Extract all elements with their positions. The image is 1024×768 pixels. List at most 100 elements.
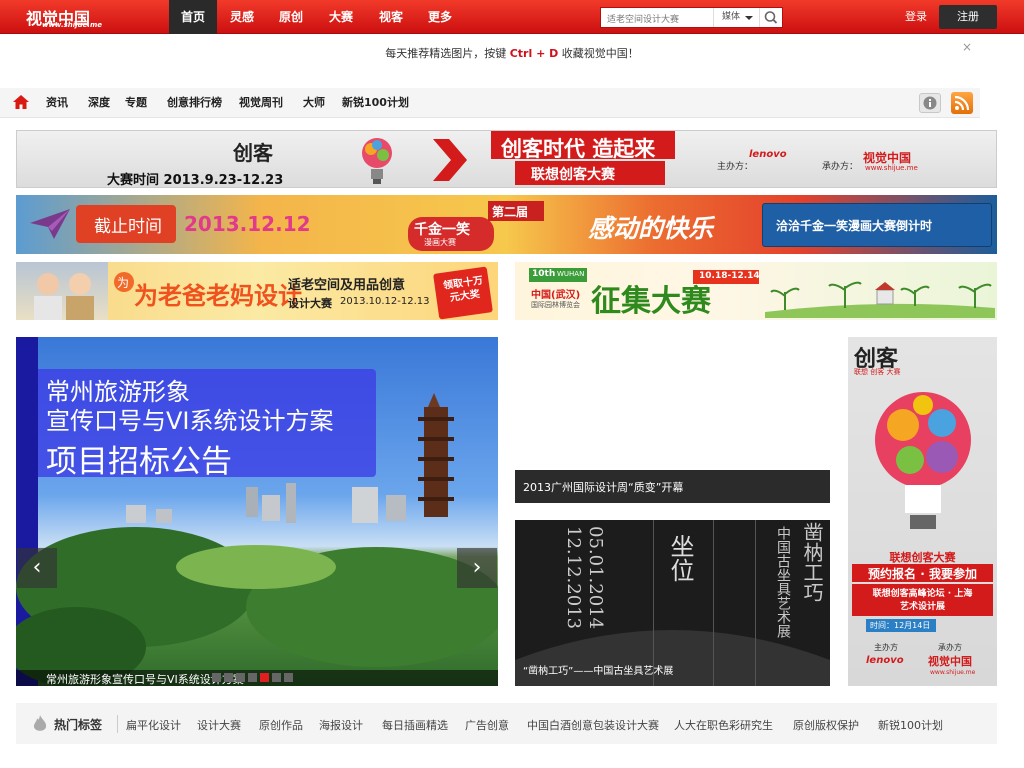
expo-city: WUHAN [557,270,585,278]
nav-home[interactable]: 首页 [169,0,217,34]
nav-shike[interactable]: 视客 [370,0,412,34]
slider-dot-active[interactable] [260,673,269,682]
banner-brand: 创客 [233,141,273,165]
nav-more[interactable]: 更多 [419,0,461,34]
hot-tags-bar: 热门标签 扁平化设计 设计大赛 原创作品 海报设计 每日插画精选 广告创意 中国… [16,703,997,744]
banner3-line2: 设计大赛 [288,297,332,310]
tag-link[interactable]: 原创版权保护 [793,717,859,733]
bookmark-tip: 每天推荐精选图片，按键 Ctrl + D 收藏视觉中国！ [0,34,1024,74]
tip-suffix: 收藏视觉中国！ [561,47,639,60]
ad-line2[interactable]: 预约报名 · 我要参加 [848,565,997,582]
tag-link[interactable]: 中国白酒创意包装设计大赛 [527,717,659,733]
tip-hotkey: Ctrl + D [509,47,559,60]
banner-sub: 联想创客大赛 [531,167,615,183]
elderly-couple-photo [34,273,94,320]
lightbulb-icon [362,138,392,184]
slider-dot[interactable] [272,673,281,682]
subnav-news[interactable]: 资讯 [46,88,68,118]
info-button[interactable] [919,93,941,113]
poster-date1: 12.12.2013 [563,526,584,630]
slider-dot[interactable] [224,673,233,682]
slider-next-button[interactable]: › [457,548,497,588]
poster-word: 坐位 [666,534,694,582]
logo-url: www.shijue.me [42,21,102,29]
ad-line5: 时间：12月14日 [870,621,931,630]
search-input[interactable]: 适老空间设计大赛 [607,12,679,25]
close-icon[interactable]: × [962,40,976,54]
banner3-dates: 2013.10.12-12.13 [340,296,430,307]
tag-link[interactable]: 设计大赛 [197,717,241,733]
hot-tags-label: 热门标签 [54,718,103,732]
info-icon [923,96,937,110]
banner-wuhan-expo[interactable]: 10th WUHAN 中国(武汉) 国际园林博览会 征集大赛 10.18-12.… [515,262,997,320]
nav-inspiration[interactable]: 灵感 [221,0,263,34]
login-link[interactable]: 登录 [896,0,936,34]
nav-contest[interactable]: 大赛 [320,0,362,34]
tag-link[interactable]: 海报设计 [319,717,363,733]
slider-prev-button[interactable]: ‹ [17,548,57,588]
slider-dot[interactable] [212,673,221,682]
nav-original[interactable]: 原创 [270,0,312,34]
search-icon [764,11,778,24]
poster-sub: 中国古坐具艺术展 [775,526,791,638]
banner3-title: 为老爸老妈设计 [134,282,302,310]
home-icon[interactable] [12,94,30,110]
deadline-date: 2013.12.12 [184,212,311,236]
subnav-newcomers[interactable]: 新锐100计划 [342,88,409,118]
subnav-ranking[interactable]: 创意排行榜 [167,88,222,118]
search-button[interactable] [759,8,782,27]
rss-button[interactable] [951,92,973,114]
slide-title-line2: 宣传口号与VI系统设计方案 [46,407,334,435]
ad-line1: 联想创客大赛 [889,551,956,564]
chevron-down-icon [745,16,753,20]
shijue-url: www.shijue.me [865,164,918,172]
subnav-depth[interactable]: 深度 [88,88,110,118]
banner-elderly-design[interactable]: 为 为老爸老妈设计 适老空间及用品创意 设计大赛 2013.10.12-12.1… [16,262,498,320]
banner3-subject: 适老空间及用品创意 [288,278,406,293]
sprouts-illustration [765,281,995,318]
subnav-masters[interactable]: 大师 [303,88,325,118]
slider-dot[interactable] [248,673,257,682]
feature-slider[interactable]: 常州旅游形象 宣传口号与VI系统设计方案 项目招标公告 ‹ › 常州旅游形象宣传… [16,337,498,686]
subnav-topics[interactable]: 专题 [125,88,147,118]
lightbulb-icon [875,392,971,529]
slider-dot[interactable] [236,673,245,682]
slide-caption-bar: 常州旅游形象宣传口号与VI系统设计方案 [16,670,498,686]
search-scope-select[interactable]: 媒体 [713,8,759,27]
news-item-design-week[interactable]: 2013广州国际设计周“质变”开幕 [515,470,830,503]
ad-line4: 艺术设计展 [899,602,945,612]
news-item-chair-exhibit[interactable]: 12.12.2013 05.01.2014 坐位 凿枘工巧 中国古坐具艺术展 “… [515,520,830,686]
expo-dates: 10.18-12.14 [699,271,760,281]
qiaqia-badge: 千金一笑 [414,222,470,238]
poster-date2: 05.01.2014 [585,526,606,630]
shijue-logo: 视觉中国 [928,655,972,668]
news-title: 2013广州国际设计周“质变”开幕 [523,481,684,494]
tag-link[interactable]: 原创作品 [259,717,303,733]
slogan: 感动的快乐 [588,214,714,243]
co-label: 承办方： [822,162,859,172]
banner-qiaqia-comic[interactable]: 截止时间 2013.12.12 千金一笑 漫画大赛 第二届 感动的快乐 洽洽千金… [16,195,997,254]
tag-link[interactable]: 每日插画精选 [382,717,448,733]
site-logo[interactable]: 视觉中国 www.shijue.me [22,3,102,31]
register-button[interactable]: 注册 [939,5,997,29]
ad-host-label: 主办方 [874,643,898,652]
sub-navbar: 资讯 深度 专题 创意排行榜 视觉周刊 大师 新锐100计划 [0,88,980,118]
ad-line3: 联想创客高峰论坛 · 上海 [872,589,973,599]
poster-title: 凿枘工巧 [800,522,824,602]
expo-name: 中国(武汉) [531,290,581,301]
banner-headline: 创客时代 造起来 [501,137,656,161]
search-scope-label: 媒体 [722,12,741,22]
tag-link[interactable]: 广告创意 [465,717,509,733]
banner-lenovo-maker[interactable]: 创客 大赛时间 2013.9.23-12.23 创客时代 造起来 联想创客大赛 … [16,130,997,188]
lenovo-logo: lenovo [749,149,787,160]
subnav-weekly[interactable]: 视觉周刊 [239,88,283,118]
tag-link[interactable]: 扁平化设计 [126,717,181,733]
sidebar-ad-lenovo[interactable]: 创客 联想 创客 大赛 联想创客大赛 预约报名 · 我要参加 联想创客高峰论坛 … [848,337,997,686]
edition: 第二届 [492,205,529,219]
slide-title-line3: 项目招标公告 [46,444,232,480]
tag-link[interactable]: 人大在职色彩研究生 [674,717,773,733]
tag-link[interactable]: 新锐100计划 [878,717,943,733]
top-navbar [0,0,1024,34]
slider-dot[interactable] [284,673,293,682]
expo-sub: 国际园林博览会 [531,301,580,309]
